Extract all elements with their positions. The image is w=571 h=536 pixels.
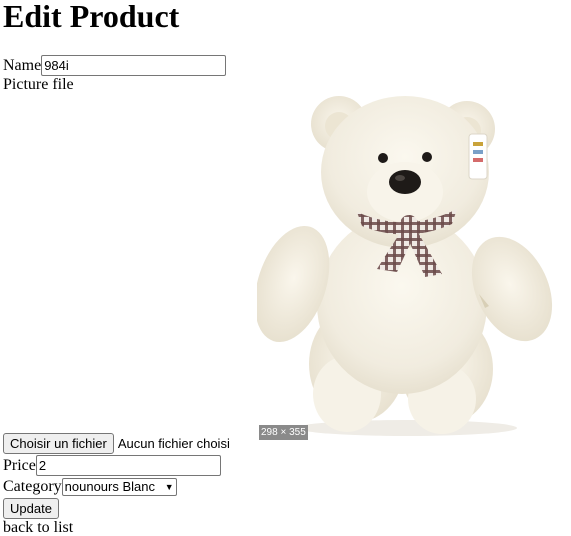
price-row: Price 2	[3, 455, 568, 476]
image-size-tag: 298 × 355	[259, 425, 308, 440]
trailing-row: back to list	[3, 520, 568, 536]
product-image	[254, 94, 555, 439]
teddy-bear-illustration	[254, 96, 553, 436]
picture-label: Picture file	[3, 76, 74, 93]
name-input[interactable]: 984i	[41, 55, 227, 76]
back-to-list-link[interactable]: back to list	[3, 520, 73, 536]
category-row: Category nounours Blanc ▼	[3, 477, 568, 496]
file-status-text: Aucun fichier choisi	[117, 436, 230, 451]
picture-row: Picture file	[3, 76, 568, 94]
name-row: Name 984i	[3, 55, 568, 76]
page-title: Edit Product	[3, 0, 180, 34]
update-button[interactable]: Update	[3, 498, 59, 519]
category-label: Category	[3, 478, 62, 495]
name-label: Name	[3, 57, 42, 74]
price-label: Price	[3, 457, 36, 474]
chevron-down-icon: ▼	[164, 481, 174, 492]
category-selected: nounours Blanc	[64, 478, 155, 494]
update-row: Update	[3, 498, 568, 519]
price-input[interactable]: 2	[35, 455, 221, 476]
category-select[interactable]: nounours Blanc ▼	[61, 477, 177, 496]
choose-file-button[interactable]: Choisir un fichier	[3, 433, 114, 454]
